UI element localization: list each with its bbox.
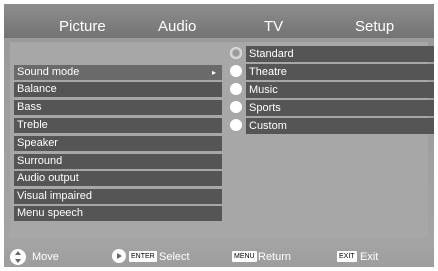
tv-menu-screen: Picture Audio TV Setup Sound mode ▸ Bala… <box>4 4 434 267</box>
menu-item-label: Sound mode <box>17 66 80 78</box>
menu-key: MENU <box>232 251 257 262</box>
select-hint: Select <box>159 251 190 263</box>
tab-setup[interactable]: Setup <box>355 19 394 35</box>
radio-icon <box>230 101 242 113</box>
tab-audio[interactable]: Audio <box>158 19 196 35</box>
enter-key: ENTER <box>129 251 157 262</box>
menu-item-surround[interactable]: Surround <box>14 154 222 169</box>
option-label: Custom <box>246 118 434 134</box>
menu-item-label: Speaker <box>17 137 58 149</box>
menu-item-menu-speech[interactable]: Menu speech <box>14 206 222 221</box>
option-standard[interactable]: Standard <box>228 46 434 62</box>
submenu-arrow-icon: ▸ <box>211 68 216 77</box>
enter-icon <box>112 249 126 263</box>
exit-hint: Exit <box>360 251 379 263</box>
menu-item-treble[interactable]: Treble <box>14 118 222 133</box>
radio-icon <box>230 65 242 77</box>
option-custom[interactable]: Custom <box>228 118 434 134</box>
top-tab-bar: Picture Audio TV Setup <box>4 4 434 38</box>
radio-selected-icon <box>230 47 242 59</box>
radio-icon <box>230 83 242 95</box>
move-icon <box>10 249 26 265</box>
option-music[interactable]: Music <box>228 82 434 98</box>
menu-item-label: Audio output <box>17 172 79 184</box>
menu-item-sound-mode[interactable]: Sound mode ▸ <box>14 65 222 80</box>
menu-item-label: Bass <box>17 101 42 113</box>
return-hint: Return <box>258 251 292 263</box>
menu-item-balance[interactable]: Balance <box>14 82 222 97</box>
menu-item-label: Balance <box>17 83 57 95</box>
menu-item-label: Menu speech <box>17 207 84 219</box>
option-sports[interactable]: Sports <box>228 100 434 116</box>
menu-item-label: Treble <box>17 119 48 131</box>
option-label: Standard <box>246 46 434 62</box>
menu-item-bass[interactable]: Bass <box>14 100 222 115</box>
tab-picture[interactable]: Picture <box>59 19 106 35</box>
tab-tv[interactable]: TV <box>264 19 283 35</box>
menu-item-label: Visual impaired <box>17 190 93 202</box>
menu-item-label: Surround <box>17 155 63 167</box>
menu-item-speaker[interactable]: Speaker <box>14 136 222 151</box>
exit-key: EXIT <box>337 251 357 262</box>
option-label: Sports <box>246 100 434 116</box>
footer-hints: Move ENTER Select MENU Return EXIT Exit <box>4 249 434 265</box>
move-hint: Move <box>32 251 59 263</box>
menu-item-visual-impaired[interactable]: Visual impaired <box>14 189 222 204</box>
menu-item-audio-output[interactable]: Audio output <box>14 171 222 186</box>
radio-icon <box>230 119 242 131</box>
option-label: Theatre <box>246 64 434 80</box>
option-theatre[interactable]: Theatre <box>228 64 434 80</box>
option-label: Music <box>246 82 434 98</box>
